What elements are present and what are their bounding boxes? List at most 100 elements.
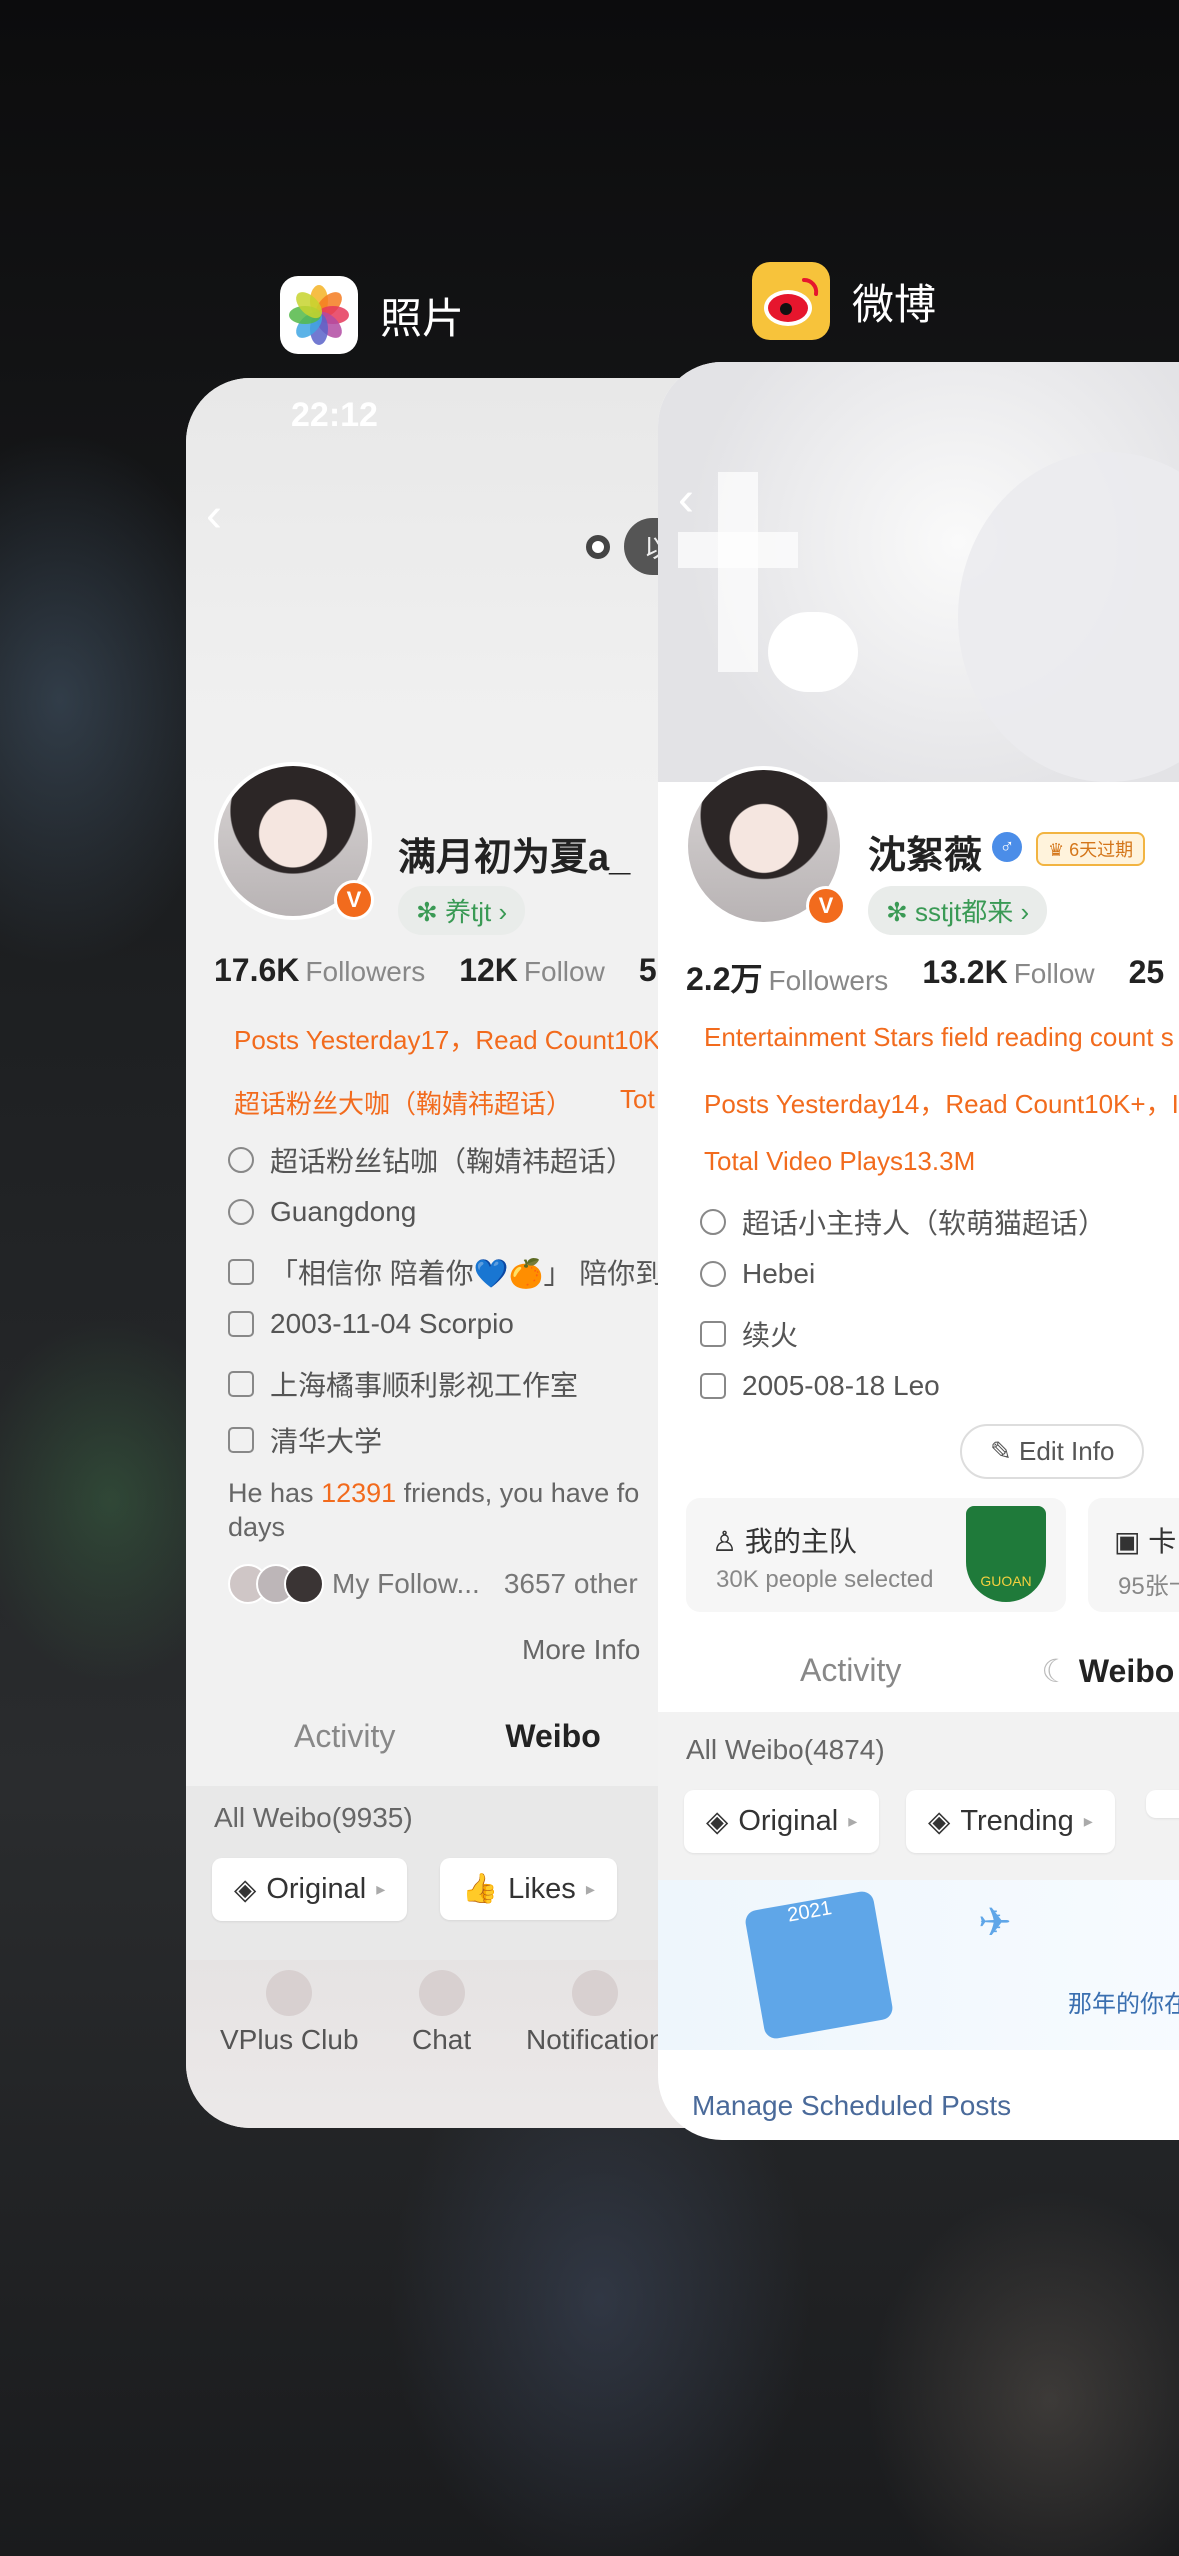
friends-suffix: friends, you have fo — [396, 1478, 640, 1508]
info-text: 「相信你 陪着你💙🍊」 陪你到 — [270, 1258, 664, 1289]
info-text: 2003-11-04 Scorpio — [270, 1308, 514, 1339]
filter-original[interactable]: ◈ Original ▸ — [212, 1858, 408, 1921]
followers-label: Followers — [305, 956, 426, 987]
friends-count: 12391 — [321, 1478, 397, 1508]
partial-count: 5 — [638, 952, 657, 988]
filter-trending[interactable]: ◈ Trending ▸ — [906, 1790, 1115, 1853]
bottom-tab-label: VPlus Club — [220, 2024, 359, 2055]
back-chevron-icon[interactable]: ‹ — [206, 488, 222, 543]
layers-icon: ◈ — [706, 1806, 729, 1838]
document-icon — [700, 1321, 726, 1347]
follow-preview[interactable]: My Follow... 3657 other — [228, 1564, 638, 1604]
info-row-bio: 「相信你 陪着你💙🍊」 陪你到 — [228, 1252, 663, 1292]
info-row-badge: 超话小主持人（软萌猫超话） — [700, 1202, 1106, 1242]
paper-plane-icon: ✈ — [978, 1901, 1012, 1945]
app-name-photos: 照片 — [380, 293, 465, 343]
team-icon: ♙ — [712, 1526, 745, 1557]
edit-info-button[interactable]: ✎ Edit Info — [960, 1424, 1145, 1479]
info-text: 超话小主持人（软萌猫超话） — [742, 1208, 1107, 1239]
team-logo: GUOAN — [966, 1506, 1046, 1602]
layers-icon: ◈ — [234, 1874, 257, 1906]
photos-app-header[interactable]: 照片 — [280, 276, 464, 354]
manage-scheduled-posts-link[interactable]: Manage Scheduled Posts — [692, 2090, 1011, 2122]
tab-weibo-label: Weibo — [1078, 1653, 1175, 1689]
chip-label: Trending — [960, 1805, 1074, 1837]
bottom-tab-notification[interactable]: Notification — [526, 1970, 665, 2056]
vip-badge[interactable]: ♛ 6天过期 — [1036, 832, 1146, 866]
app-card-weibo[interactable]: ‹ V 沈絮薇 ♂ ♛ 6天过期 ✻ sstjt都来 › 2.2万 Followe… — [658, 362, 1179, 2140]
partial-count: 25 — [1128, 954, 1165, 990]
partial-stat: 25 — [1129, 954, 1171, 1000]
filter-more[interactable] — [1146, 1790, 1179, 1818]
more-info-link[interactable]: More Info — [522, 1634, 640, 1666]
supertopic-tag[interactable]: ✻ sstjt都来 › — [868, 886, 1048, 935]
posts-summary[interactable]: Posts Yesterday14，Read Count10K+，In — [704, 1084, 1179, 1121]
tab-weibo[interactable]: Weibo — [505, 1718, 600, 1755]
video-plays[interactable]: Total Video Plays13.3M — [704, 1146, 975, 1177]
posts-summary[interactable]: Posts Yesterday17，Read Count10K — [234, 1020, 660, 1057]
follow-count: 12K — [459, 952, 518, 988]
follow-count: 13.2K — [922, 954, 1008, 990]
snowflake-icon: ✻ — [886, 897, 916, 927]
calendar-icon — [228, 1311, 254, 1337]
info-text: 续火 — [742, 1320, 799, 1351]
stats-row: 2.2万 Followers 13.2K Follow 25 — [686, 954, 1170, 1000]
back-chevron-icon[interactable]: ‹ — [678, 472, 694, 527]
follow-label: Follow — [1013, 958, 1095, 989]
snowflake-icon: ✻ — [416, 897, 446, 927]
followers-stat[interactable]: 2.2万 Followers — [686, 954, 888, 1000]
info-text: Guangdong — [270, 1196, 417, 1227]
chevron-right-icon: › — [1013, 897, 1030, 927]
document-icon — [228, 1259, 254, 1285]
avatar-stack — [228, 1564, 324, 1604]
info-row-badge: 超话粉丝钻咖（鞠婧祎超话） — [228, 1140, 634, 1180]
card-collection-card[interactable]: ▣ 卡 95张卡 — [1088, 1498, 1179, 1612]
home-team-card[interactable]: ♙ 我的主队 30K people selected GUOAN — [686, 1498, 1066, 1612]
verified-v-icon: V — [334, 880, 374, 920]
supertopic-tag[interactable]: ✻ 养tjt › — [398, 886, 526, 935]
tab-activity[interactable]: Activity — [294, 1718, 395, 1755]
weibo-app-header[interactable]: 微博 — [752, 262, 936, 340]
follow-stat[interactable]: 12K Follow — [459, 952, 605, 989]
filter-likes[interactable]: 👍 Likes ▸ — [440, 1858, 617, 1920]
tag-label: 养tjt — [445, 897, 492, 927]
chip-label: Original — [266, 1873, 367, 1905]
follow-stat[interactable]: 13.2K Follow — [922, 954, 1094, 1000]
chip-label: Likes — [508, 1872, 576, 1905]
info-row-company: 上海橘事顺利影视工作室 — [228, 1364, 578, 1404]
friends-prefix: He has — [228, 1478, 322, 1508]
banner-text: 那年的你在 — [1068, 1990, 1179, 2018]
bottom-tab-chat[interactable]: Chat — [412, 1970, 471, 2056]
info-text: 超话粉丝钻咖（鞠婧祎超话） — [270, 1146, 635, 1177]
shield-icon — [700, 1209, 726, 1235]
info-text: 上海橘事顺利影视工作室 — [270, 1370, 579, 1401]
info-row-birthday: 2003-11-04 Scorpio — [228, 1308, 514, 1340]
record-icon — [586, 534, 610, 559]
tab-activity[interactable]: Activity — [800, 1652, 901, 1690]
chevron-right-icon: › — [491, 897, 508, 927]
followers-stat[interactable]: 17.6K Followers — [214, 952, 425, 989]
bear-decoration — [768, 612, 858, 692]
follow-label: Follow — [523, 956, 605, 987]
all-weibo-count: All Weibo(4874) — [686, 1734, 885, 1765]
app-name-weibo: 微博 — [852, 279, 937, 329]
photos-app-icon — [280, 276, 358, 354]
chat-icon — [418, 1970, 465, 2016]
vip-badge-label: 6天过期 — [1069, 840, 1134, 860]
stats-row: 17.6K Followers 12K Follow 5 — [214, 952, 663, 989]
year-review-banner[interactable]: 2021 ✈ 那年的你在 — [658, 1880, 1179, 2050]
info-text: 清华大学 — [270, 1426, 383, 1457]
team-subtitle: 30K people selected — [716, 1566, 934, 1593]
tab-weibo[interactable]: ☾ Weibo — [1041, 1652, 1174, 1690]
supertopic-rank[interactable]: 超话粉丝大咖（鞠婧祎超话） — [234, 1084, 572, 1121]
filter-original[interactable]: ◈ Original ▸ — [684, 1790, 880, 1853]
pencil-icon: ✎ — [990, 1436, 1020, 1466]
profile-tabs: Activity ☾ Weibo — [800, 1652, 1174, 1690]
calendar-icon — [700, 1373, 726, 1399]
reading-count-line[interactable]: Entertainment Stars field reading count … — [704, 1022, 1174, 1053]
bottom-tab-vplus[interactable]: VPlus Club — [220, 1970, 359, 2056]
caret-right-icon: ▸ — [376, 1879, 386, 1899]
friends-summary: He has 12391 friends, you have fo — [228, 1478, 639, 1509]
info-row-birthday: 2005-08-18 Leo — [700, 1370, 940, 1402]
notification-icon — [572, 1970, 619, 2016]
